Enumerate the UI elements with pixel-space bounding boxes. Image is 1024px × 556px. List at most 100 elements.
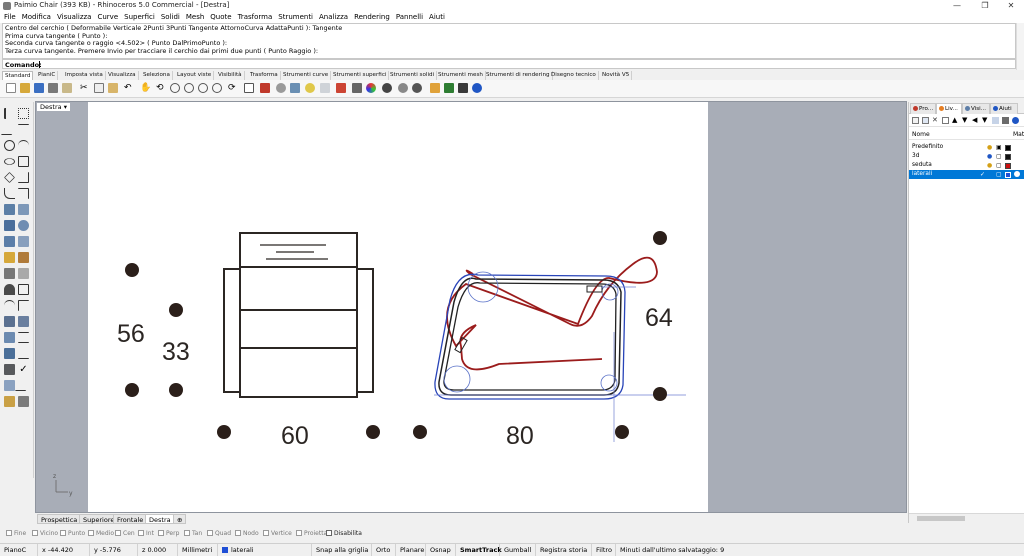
properties-icon[interactable]	[336, 83, 346, 93]
osnap-cen[interactable]: Cen	[115, 529, 135, 538]
osnap-disabilita[interactable]: Disabilita	[326, 529, 362, 538]
tab-strumenti-mesh[interactable]: Strumenti mesh	[436, 71, 486, 80]
close-button[interactable]: ✕	[1000, 0, 1022, 12]
move-up-icon[interactable]: ▲	[952, 117, 959, 124]
status-osnap[interactable]: Osnap	[426, 544, 456, 556]
menu-solidi[interactable]: Solidi	[158, 12, 183, 23]
copy-icon[interactable]	[94, 83, 104, 93]
cut-icon[interactable]: ✂	[80, 83, 90, 93]
tab-layout-viste[interactable]: Layout viste	[175, 71, 215, 80]
menu-analizza[interactable]: Analizza	[316, 12, 351, 23]
zoom-extents-icon[interactable]	[198, 83, 208, 93]
new-file-icon[interactable]	[6, 83, 16, 93]
car-icon[interactable]	[260, 83, 270, 93]
unlock-icon[interactable]: ▢	[996, 152, 1002, 161]
mesh-icon[interactable]	[18, 236, 29, 247]
rotate-view-icon[interactable]: ⟲	[156, 83, 166, 93]
arc-icon[interactable]	[18, 140, 29, 151]
command-line[interactable]: Comando:	[2, 59, 1016, 69]
layer-row[interactable]: Predefinito ● ▣	[909, 143, 1024, 152]
boolean-icon[interactable]	[4, 252, 15, 263]
menu-curve[interactable]: Curve	[94, 12, 121, 23]
zoom-window-icon[interactable]	[184, 83, 194, 93]
layer-tools-icon[interactable]	[992, 117, 999, 124]
scrollbar-thumb[interactable]	[917, 516, 965, 521]
osnap-proietta[interactable]: Proietta	[296, 529, 327, 538]
trim-icon[interactable]	[18, 300, 29, 311]
viewport-destra[interactable]: 56 33 60 80 64 z y Destra ▾	[35, 101, 907, 513]
minimize-button[interactable]: —	[946, 0, 968, 12]
status-snap-grid[interactable]: Snap alla griglia	[312, 544, 372, 556]
menu-strumenti[interactable]: Strumenti	[275, 12, 316, 23]
save-icon[interactable]	[34, 83, 44, 93]
tools-icon[interactable]	[430, 83, 440, 93]
curve-icon[interactable]	[18, 172, 29, 183]
new-layer-icon[interactable]	[912, 117, 919, 124]
menu-modifica[interactable]: Modifica	[19, 12, 54, 23]
tab-standard[interactable]: Standard	[2, 71, 34, 80]
offset-icon[interactable]	[18, 188, 29, 199]
mirror-icon[interactable]	[18, 268, 29, 279]
surface-icon[interactable]	[4, 204, 15, 215]
bell-icon[interactable]	[4, 284, 15, 295]
layer-row[interactable]: 3d ● ▢	[909, 152, 1024, 161]
osnap-tan[interactable]: Tan	[184, 529, 202, 538]
tab-livelli[interactable]: Liv...	[936, 103, 962, 114]
copy-object-icon[interactable]	[4, 268, 15, 279]
block-icon[interactable]	[4, 396, 15, 407]
tab-disegno-tecnico[interactable]: Disegno tecnico	[549, 71, 599, 80]
osnap-vertice[interactable]: Vertice	[263, 529, 292, 538]
layer-color-swatch[interactable]	[1005, 144, 1011, 151]
status-layer[interactable]: laterali	[218, 544, 312, 556]
osnap-punto[interactable]: Punto	[60, 529, 85, 538]
group-icon[interactable]	[18, 332, 29, 343]
box-icon[interactable]	[4, 220, 15, 231]
panel-horizontal-scrollbar[interactable]	[909, 513, 1024, 523]
tab-visualizza[interactable]: Visualizza	[106, 71, 139, 80]
menu-aiuti[interactable]: Aiuti	[426, 12, 448, 23]
tab-pianic[interactable]: PianiC	[36, 71, 59, 80]
render-sphere-icon[interactable]	[382, 83, 392, 93]
extrude-icon[interactable]	[4, 236, 15, 247]
layer-row-selected[interactable]: laterali ✓ ▢	[909, 170, 1024, 179]
status-filtro[interactable]: Filtro	[592, 544, 616, 556]
tab-prospettica[interactable]: Prospettica	[37, 514, 82, 524]
cplane-icon[interactable]	[276, 83, 286, 93]
loft-icon[interactable]	[18, 204, 29, 215]
lock-icon[interactable]: ▣	[996, 143, 1002, 152]
move-icon[interactable]	[18, 252, 29, 263]
tab-strumenti-rendering[interactable]: Strumenti di rendering	[484, 71, 553, 80]
status-planare[interactable]: Planare	[396, 544, 426, 556]
split-icon[interactable]	[4, 316, 15, 327]
menu-superfici[interactable]: Superfici	[121, 12, 158, 23]
zoom-selected-icon[interactable]	[212, 83, 222, 93]
menu-mesh[interactable]: Mesh	[183, 12, 207, 23]
polyline-icon[interactable]	[0, 124, 19, 135]
ellipse-icon[interactable]	[4, 158, 15, 165]
panel-help-icon[interactable]	[1012, 117, 1019, 124]
render-icon[interactable]	[412, 83, 422, 93]
filter-icon[interactable]: ▼	[982, 117, 989, 124]
layer-color-swatch[interactable]	[1005, 162, 1011, 169]
layout-icon[interactable]	[18, 396, 29, 407]
viewport-title[interactable]: Destra ▾	[37, 103, 70, 111]
rotate-icon[interactable]	[4, 300, 15, 311]
zoom-icon[interactable]	[170, 83, 180, 93]
help-icon[interactable]	[472, 83, 482, 93]
material-sphere-icon[interactable]	[398, 83, 408, 93]
color-wheel-icon[interactable]	[366, 83, 376, 93]
tab-imposta-vista[interactable]: Imposta vista	[63, 71, 106, 80]
text-icon[interactable]	[18, 348, 29, 359]
polygon-icon[interactable]	[4, 172, 15, 183]
tab-aiuti[interactable]: Aiuti	[990, 103, 1018, 114]
undo-view-icon[interactable]: ⟳	[228, 83, 238, 93]
tab-seleziona[interactable]: Seleziona	[141, 71, 173, 80]
tab-proprieta[interactable]: Pro...	[910, 103, 936, 114]
menu-visualizza[interactable]: Visualizza	[54, 12, 94, 23]
script-icon[interactable]	[444, 83, 454, 93]
layer-row[interactable]: seduta ● ▢	[909, 161, 1024, 170]
join-icon[interactable]	[18, 316, 29, 327]
osnap-nodo[interactable]: Nodo	[235, 529, 259, 538]
explode-icon[interactable]	[4, 332, 15, 343]
menu-quote[interactable]: Quote	[207, 12, 234, 23]
